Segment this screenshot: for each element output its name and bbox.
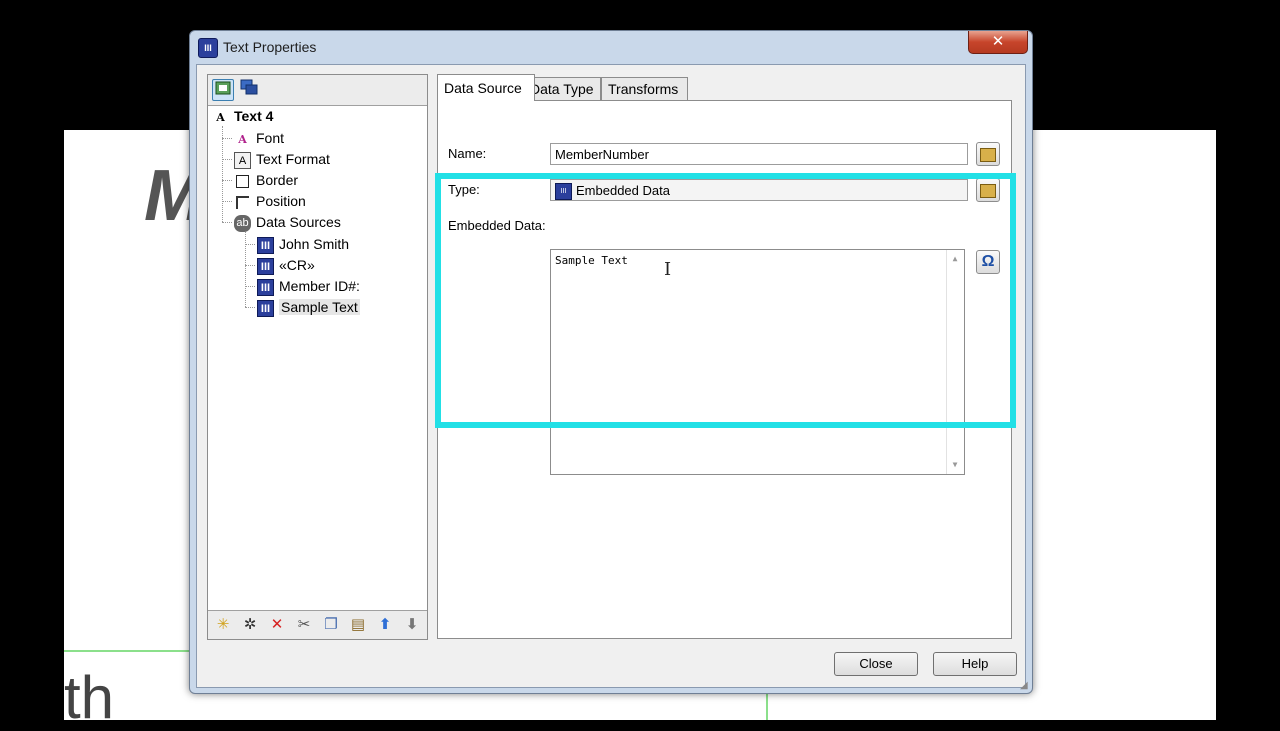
type-value: Embedded Data [576,183,670,198]
structure-view-icon [215,81,231,98]
text-cursor-icon: I [664,259,672,280]
tab-data-source[interactable]: Data Source [437,74,535,101]
tree-item-label: Data Sources [256,214,341,230]
tree-connector [222,222,232,223]
embedded-data-textarea[interactable]: Sample Text ▲ ▼ [550,249,965,475]
name-input[interactable]: MemberNumber [550,143,968,165]
structure-view-button[interactable] [212,79,234,101]
text-format-icon: A [234,151,251,169]
resize-grip-icon[interactable]: ◢ [1020,681,1030,691]
tree-item-label-selected: Sample Text [279,299,360,315]
tree-item-label: Text 4 [234,108,274,124]
tree-item-label: «CR» [279,257,315,273]
background-guide-line-vertical [766,690,768,720]
border-icon [236,174,249,188]
background-glyph-bottom: th [64,664,115,731]
layers-icon [240,79,258,98]
tree-connector [222,138,232,139]
paste-icon: ▤ [350,616,366,633]
title-bar[interactable]: III Text Properties ✕ [190,31,1032,63]
type-label: Type: [448,182,480,197]
tree-item-font[interactable]: A Font [234,128,284,148]
tree-item-label: John Smith [279,236,350,252]
window-title: Text Properties [223,39,317,55]
move-down-icon: ⬇ [405,616,419,633]
layers-view-button[interactable] [238,79,260,101]
tree-connector [245,286,255,287]
tree-item-label: Text Format [256,151,330,167]
scroll-down-icon[interactable]: ▼ [950,460,960,470]
move-up-icon: ⬆ [378,616,392,633]
textarea-scrollbar[interactable]: ▲ ▼ [946,250,964,474]
tree-connector [222,159,232,160]
text-properties-dialog: III Text Properties ✕ A Text 4 A Font A … [189,30,1033,694]
insert-symbol-button[interactable]: Ω [976,250,1000,274]
data-source-tab-panel: Name: MemberNumber Type: III Embedded Dat… [437,100,1012,639]
data-source-icon: III [257,278,274,296]
tree-toolbar [208,75,427,106]
new-icon: ✳ [216,616,230,633]
tree-item-source-member-id[interactable]: III Member ID#: [257,276,360,296]
tree-connector [222,126,223,222]
paste-button[interactable]: ▤ [347,615,369,635]
background-guide-line [64,650,194,652]
data-sources-icon: ab [234,214,251,232]
window-close-button[interactable]: ✕ [968,31,1028,54]
tree-item-label: Member ID#: [279,278,360,294]
object-tree-panel: A Text 4 A Font A Text Format Border Positi… [207,74,428,640]
tree-item-source-john-smith[interactable]: III John Smith [257,234,349,254]
help-button[interactable]: Help [933,652,1017,676]
omega-icon: Ω [981,253,995,270]
tree-connector [222,180,232,181]
wizard-button[interactable]: ✲ [239,615,261,635]
browse-icon [980,183,996,198]
tree-connector [222,201,232,202]
name-browse-button[interactable] [976,142,1000,166]
tree-item-data-sources[interactable]: ab Data Sources [234,212,341,232]
move-down-button[interactable]: ⬇ [401,615,423,635]
embedded-data-value: Sample Text [555,254,628,267]
close-button[interactable]: Close [834,652,918,676]
tree-connector [245,265,255,266]
type-browse-button[interactable] [976,178,1000,202]
app-icon: III [198,38,218,58]
copy-icon: ❐ [324,616,338,633]
scroll-up-icon[interactable]: ▲ [950,254,960,264]
text-object-icon: A [216,110,225,124]
embedded-data-label: Embedded Data: [448,218,546,233]
position-icon [236,195,249,209]
tree-item-source-sample-text[interactable]: III Sample Text [257,297,360,317]
cut-icon: ✂ [297,616,311,633]
type-field[interactable]: III Embedded Data [550,179,968,201]
name-label: Name: [448,146,487,161]
tab-transforms[interactable]: Transforms [601,77,688,100]
move-up-button[interactable]: ⬆ [374,615,396,635]
copy-button[interactable]: ❐ [320,615,342,635]
delete-button[interactable]: ✕ [266,615,288,635]
tree-connector [245,307,255,308]
tree-bottom-toolbar: ✳ ✲ ✕ ✂ ❐ ▤ ⬆ ⬇ [208,610,427,639]
tree-item-root[interactable]: A Text 4 [212,106,273,126]
data-source-icon: III [257,257,274,275]
tree-item-source-cr[interactable]: III «CR» [257,255,315,275]
font-icon: A [238,132,247,146]
new-button[interactable]: ✳ [212,615,234,635]
delete-icon: ✕ [270,616,284,633]
browse-icon [980,147,996,162]
tree-item-border[interactable]: Border [234,170,298,190]
tree-item-position[interactable]: Position [234,191,306,211]
tree-item-text-format[interactable]: A Text Format [234,149,330,169]
cut-button[interactable]: ✂ [293,615,315,635]
tree-item-label: Position [256,193,306,209]
data-source-icon: III [257,299,274,317]
tree-item-label: Font [256,130,285,146]
embedded-data-icon: III [555,183,572,201]
wand-icon: ✲ [243,616,257,633]
tree-connector [245,244,255,245]
data-source-icon: III [257,236,274,254]
dialog-client-area: A Text 4 A Font A Text Format Border Positi… [196,64,1026,688]
tree-item-label: Border [256,172,299,188]
